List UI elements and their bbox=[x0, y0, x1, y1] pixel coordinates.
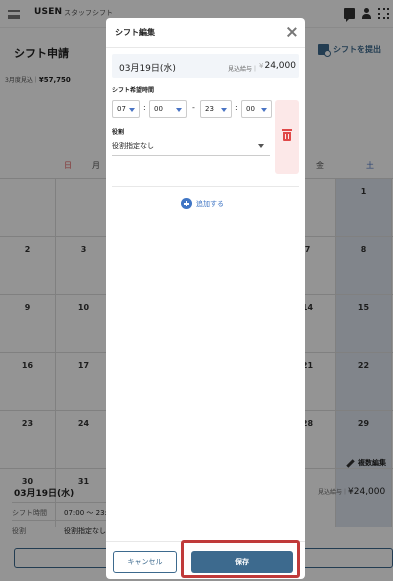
end-minute-select[interactable]: 00 bbox=[241, 100, 272, 118]
cancel-button[interactable]: キャンセル bbox=[113, 551, 177, 573]
divider bbox=[112, 186, 299, 187]
chevron-down-icon bbox=[129, 108, 135, 112]
close-icon[interactable] bbox=[286, 26, 298, 38]
modal-pay-amount: 24,000 bbox=[264, 61, 296, 71]
plus-circle-icon bbox=[181, 198, 192, 209]
start-hour-select[interactable]: 07 bbox=[112, 100, 140, 118]
time-colon: : bbox=[143, 103, 146, 112]
start-minute-value: 00 bbox=[154, 105, 163, 113]
modal-pay-label: 見込給与｜ bbox=[228, 66, 259, 73]
chevron-down-icon bbox=[221, 108, 227, 112]
modal-date: 03月19日(水) bbox=[119, 64, 176, 74]
start-hour-value: 07 bbox=[117, 105, 126, 113]
modal-pay-value: ¥24,000 bbox=[259, 61, 296, 71]
trash-icon bbox=[282, 129, 292, 141]
end-minute-value: 00 bbox=[246, 105, 255, 113]
role-select[interactable]: 役割指定なし bbox=[112, 136, 270, 156]
shift-entry-card: シフト希望時間 07 : 00 - 23 : 00 役割 役割指定なし bbox=[112, 84, 299, 182]
shift-time-label: シフト希望時間 bbox=[112, 87, 155, 94]
add-shift-label: 追加する bbox=[196, 199, 224, 208]
chevron-down-icon bbox=[261, 108, 267, 112]
chevron-down-icon bbox=[176, 108, 182, 112]
add-shift-button[interactable]: 追加する bbox=[181, 198, 224, 209]
shift-edit-modal: シフト編集 03月19日(水) 見込給与｜ ¥24,000 シフト希望時間 07… bbox=[106, 18, 305, 579]
chevron-down-icon bbox=[258, 144, 264, 148]
modal-date-row: 03月19日(水) 見込給与｜ ¥24,000 bbox=[112, 54, 299, 78]
modal-header: シフト編集 bbox=[106, 18, 305, 48]
end-hour-value: 23 bbox=[205, 105, 214, 113]
delete-shift-button[interactable] bbox=[275, 100, 299, 174]
time-colon-2: : bbox=[235, 103, 238, 112]
save-button-highlight bbox=[181, 540, 300, 578]
end-hour-select[interactable]: 23 bbox=[200, 100, 232, 118]
start-minute-select[interactable]: 00 bbox=[149, 100, 187, 118]
role-label: 役割 bbox=[112, 129, 125, 136]
modal-title: シフト編集 bbox=[115, 28, 155, 37]
role-value: 役割指定なし bbox=[112, 142, 154, 150]
time-dash: - bbox=[192, 103, 195, 112]
yen-symbol: ¥ bbox=[259, 62, 264, 70]
